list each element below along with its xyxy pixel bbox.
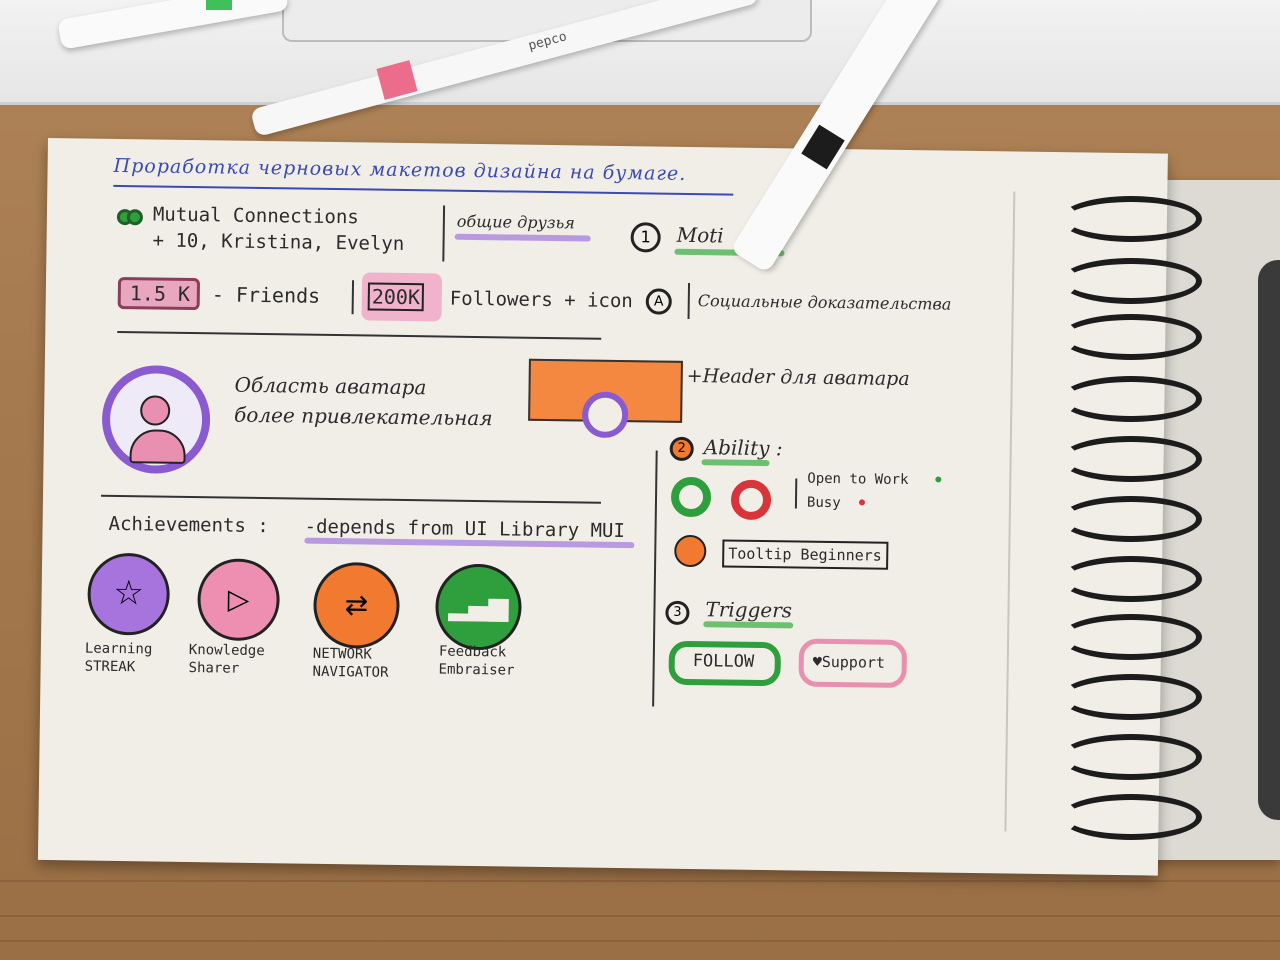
busy-label: Busy (806, 494, 841, 512)
friends-count: 1.5 K (129, 281, 191, 306)
motivation-label: Moti (676, 222, 724, 248)
open-to-work-label: Open to Work (807, 470, 909, 489)
followers-label: Followers + icon (449, 287, 633, 313)
social-proof-label: Социальные доказательства (697, 291, 952, 314)
avatar-note-line1: Область аватара (234, 372, 427, 400)
knowledge-sharer-badge: ▷ (197, 558, 281, 642)
sketch-page: Проработка черновых макетов дизайна на б… (37, 138, 1168, 876)
triggers-number: 3 (665, 600, 690, 626)
achievement-1-line1: Learning (84, 640, 153, 658)
achievement-4-line1: Feedback (438, 643, 507, 661)
header-note: +Header для аватара (686, 364, 910, 391)
busy-ring (730, 479, 772, 521)
social-proof-number: A (645, 288, 672, 315)
mutual-friends-note: общие друзья (456, 211, 575, 233)
follow-label: FOLLOW (692, 651, 755, 672)
achievement-3-line1: NETWORK (312, 645, 372, 663)
tooltip-beginners: Tooltip Beginners (722, 539, 888, 570)
triggers-label: Triggers (705, 597, 793, 623)
achievement-3-line2: NAVIGATOR (312, 663, 389, 681)
tooltip-trigger-icon (674, 534, 707, 568)
open-to-work-ring (670, 476, 712, 518)
network-navigator-badge: ⇄ (312, 561, 401, 649)
feedback-embraiser-badge: ▂▄▆ (434, 563, 523, 651)
avatar-note-line2: более привлекательная (233, 402, 493, 431)
mutual-connections-label: Mutual Connections (152, 203, 359, 229)
achievement-1-line2: STREAK (84, 658, 136, 676)
mutual-connections-names: + 10, Kristina, Evelyn (152, 229, 405, 255)
support-label: ♥Support (812, 652, 886, 672)
achievement-4-line2: Embraiser (438, 661, 515, 679)
motivation-number: 1 (630, 222, 661, 253)
ability-number: 2 (669, 436, 694, 462)
learning-streak-badge: ☆ (87, 552, 171, 636)
header-avatar-icon (581, 391, 629, 439)
friends-label: - Friends (211, 282, 321, 308)
notebook-cover (1258, 260, 1280, 820)
ability-label: Ability : (703, 435, 783, 461)
achievement-2-line2: Sharer (188, 660, 240, 677)
page-title: Проработка черновых макетов дизайна на б… (113, 154, 687, 185)
followers-count: 200K (367, 282, 425, 312)
achievements-label: Achievements : (108, 512, 269, 538)
achievement-2-line1: Knowledge (188, 642, 265, 660)
